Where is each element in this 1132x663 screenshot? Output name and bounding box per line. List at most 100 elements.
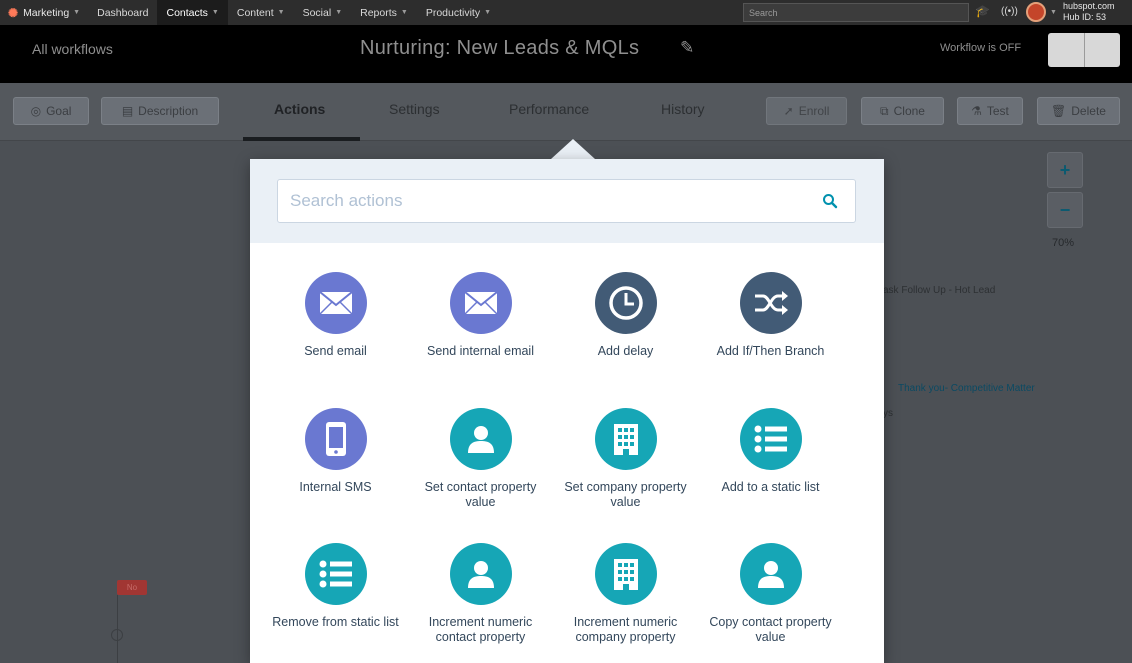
person-icon [449, 543, 512, 605]
nav-item-reports[interactable]: Reports ▼ [351, 0, 417, 25]
nav-item-label: Content [236, 6, 274, 19]
action-label: Increment numeric company property [573, 615, 678, 644]
action-add-if-then-branch[interactable]: Add If/Then Branch [698, 272, 843, 359]
background-email-link[interactable]: Thank you- Competitive Matter [898, 383, 1035, 394]
action-set-company-property[interactable]: Set company property value [553, 408, 698, 510]
search-actions-input[interactable] [277, 179, 856, 223]
action-label: Copy contact property value [709, 615, 832, 644]
action-remove-from-static-list[interactable]: Remove from static list [263, 543, 408, 630]
clone-label: Clone [893, 104, 925, 118]
background-step-text: ys [883, 408, 893, 419]
popover-arrow [551, 139, 595, 159]
nav-item-label: Dashboard [97, 6, 149, 19]
target-icon: ◎ [30, 104, 42, 118]
hub-domain: hubspot.com [1063, 1, 1115, 11]
search-icon[interactable] [822, 193, 838, 209]
tab-settings[interactable]: Settings [389, 101, 440, 117]
test-label: Test [986, 104, 1009, 118]
clock-icon [594, 272, 657, 334]
flask-icon: ⚗ [971, 104, 982, 118]
workflow-title: Nurturing: New Leads & MQLs [360, 37, 640, 59]
chevron-down-icon: ▼ [484, 9, 492, 16]
nav-item-dashboard[interactable]: Dashboard [88, 0, 157, 25]
action-label: Set company property value [564, 480, 687, 509]
nav-item-productivity[interactable]: Productivity ▼ [417, 0, 500, 25]
person-icon [449, 408, 512, 470]
description-label: Description [138, 104, 199, 118]
tab-actions[interactable]: Actions [274, 101, 325, 117]
document-icon: ▤ [121, 104, 134, 118]
action-copy-contact-property[interactable]: Copy contact property value [698, 543, 843, 645]
goal-button[interactable]: ◎ Goal [13, 97, 89, 125]
workflow-status: Workflow is OFF [940, 42, 1022, 54]
envelope-icon [304, 272, 367, 334]
active-tab-indicator [243, 137, 360, 141]
tab-performance[interactable]: Performance [509, 101, 589, 117]
envelope-icon [449, 272, 512, 334]
chevron-down-icon: ▼ [400, 9, 408, 16]
action-internal-sms[interactable]: Internal SMS [263, 408, 408, 495]
action-add-to-static-list[interactable]: Add to a static list [698, 408, 843, 495]
top-navigation-bar: ✺ Marketing ▼ Dashboard Contacts ▼ Conte… [0, 0, 1132, 25]
hub-id: Hub ID: 53 [1063, 12, 1107, 22]
delete-button[interactable]: 🗑 Delete [1037, 97, 1120, 125]
nav-item-content[interactable]: Content ▼ [228, 0, 294, 25]
pencil-icon[interactable]: ✎ [680, 38, 694, 58]
zoom-level: 70% [1052, 237, 1075, 249]
workflow-toggle[interactable] [1048, 33, 1120, 67]
trash-icon: 🗑 [1051, 104, 1067, 118]
brand-label: Marketing [23, 6, 70, 19]
nav-item-label: Contacts [166, 6, 208, 19]
action-label: Add delay [597, 344, 654, 358]
action-increment-contact-property[interactable]: Increment numeric contact property [408, 543, 553, 645]
action-increment-company-property[interactable]: Increment numeric company property [553, 543, 698, 645]
workflow-toolbar: ◎ Goal ▤ Description Actions Settings Pe… [0, 83, 1132, 141]
action-label: Internal SMS [299, 480, 372, 494]
zoom-out-button[interactable]: − [1047, 192, 1083, 228]
action-label: Add If/Then Branch [716, 344, 825, 358]
chevron-down-icon: ▼ [73, 9, 81, 16]
chevron-down-icon: ▼ [277, 9, 285, 16]
enroll-button[interactable]: ➚ Enroll [766, 97, 847, 125]
chevron-down-icon[interactable]: ▼ [1050, 9, 1057, 16]
action-send-email[interactable]: Send email [263, 272, 408, 359]
nav-item-label: Productivity [425, 6, 481, 19]
global-search-input[interactable]: Search [743, 3, 969, 22]
hub-info: hubspot.com Hub ID: 53 [1063, 1, 1115, 23]
action-label: Remove from static list [272, 615, 399, 629]
nav-item-label: Social [302, 6, 332, 19]
shuffle-icon [739, 272, 802, 334]
action-label: Send email [304, 344, 367, 358]
broadcast-icon[interactable]: ((•)) [1001, 6, 1018, 17]
action-add-delay[interactable]: Add delay [553, 272, 698, 359]
add-step-node[interactable] [111, 629, 123, 641]
workflow-header: All workflows Nurturing: New Leads & MQL… [0, 25, 1132, 83]
tab-history[interactable]: History [661, 101, 705, 117]
goal-label: Goal [46, 104, 72, 118]
test-button[interactable]: ⚗ Test [957, 97, 1023, 125]
brand-menu[interactable]: ✺ Marketing ▼ [0, 0, 88, 25]
nav-item-contacts[interactable]: Contacts ▼ [157, 0, 228, 25]
person-icon [739, 543, 802, 605]
avatar[interactable] [1026, 2, 1046, 22]
clone-button[interactable]: ⧉ Clone [861, 97, 944, 125]
branch-no-badge: No [117, 580, 147, 595]
actions-popover: Send email Send internal email Add delay… [250, 159, 884, 663]
all-workflows-link[interactable]: All workflows [32, 41, 113, 57]
enroll-label: Enroll [798, 104, 830, 118]
popover-search-area [250, 159, 884, 243]
hubspot-logo-icon: ✺ [8, 5, 19, 20]
action-set-contact-property[interactable]: Set contact property value [408, 408, 553, 510]
action-label: Add to a static list [721, 480, 820, 494]
description-button[interactable]: ▤ Description [101, 97, 219, 125]
list-icon [739, 408, 802, 470]
chevron-down-icon: ▼ [335, 9, 343, 16]
cursor-icon: ➚ [783, 104, 794, 118]
action-label: Increment numeric contact property [428, 615, 533, 644]
action-send-internal-email[interactable]: Send internal email [408, 272, 553, 359]
zoom-in-button[interactable]: + [1047, 152, 1083, 188]
academy-cap-icon[interactable]: 🎓 [975, 4, 990, 18]
building-icon [594, 408, 657, 470]
background-step-text: ask Follow Up - Hot Lead [883, 285, 996, 296]
nav-item-social[interactable]: Social ▼ [294, 0, 352, 25]
